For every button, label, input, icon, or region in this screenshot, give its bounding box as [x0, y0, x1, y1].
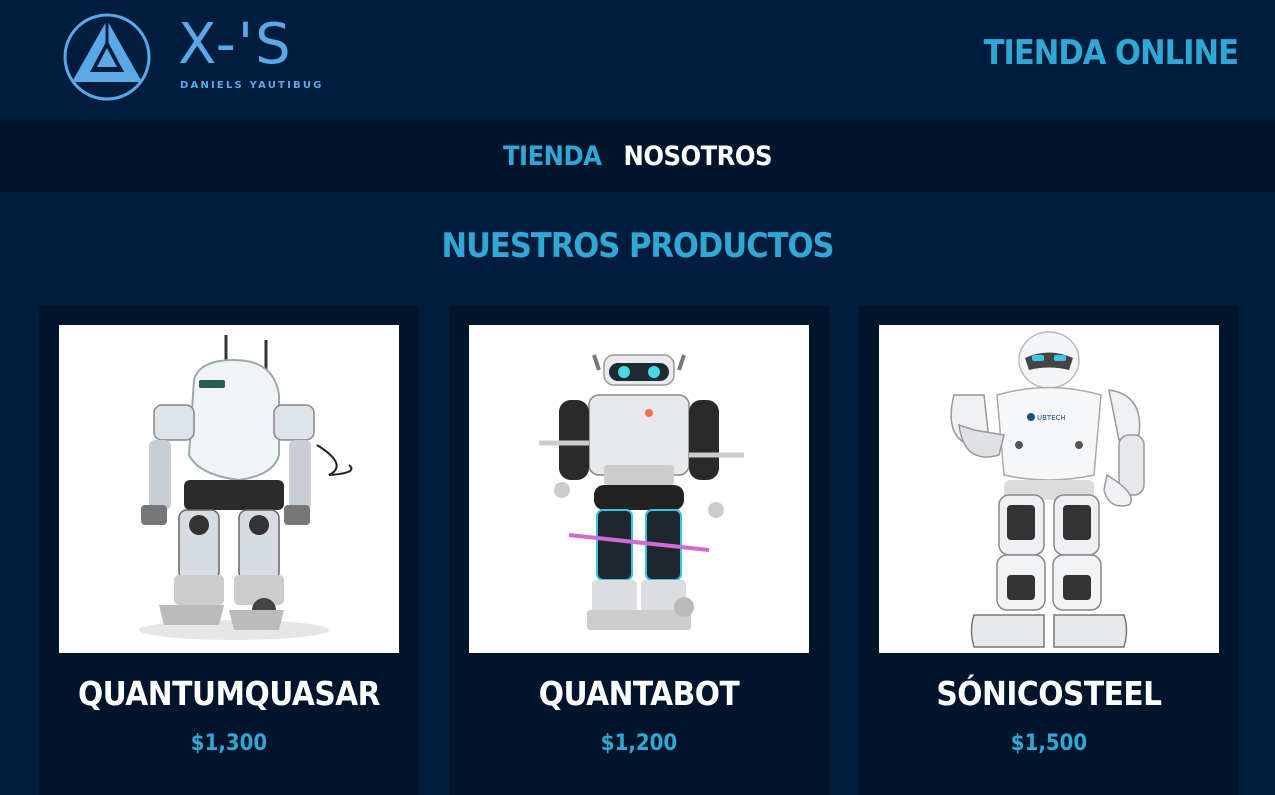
product-name[interactable]: QUANTUMQUASAR: [39, 674, 419, 713]
product-name[interactable]: SÓNICOSTEEL: [859, 674, 1239, 713]
product-image[interactable]: [469, 325, 809, 653]
product-card[interactable]: QUANTUMQUASAR $1,300: [39, 306, 419, 795]
logo-text: X-'S: [178, 12, 293, 77]
product-price: $1,300: [190, 731, 268, 756]
product-card[interactable]: UBTECH SÓNICOSTEEL $1,500: [859, 306, 1239, 795]
robot-image-icon: [139, 335, 353, 640]
product-image[interactable]: [59, 325, 399, 653]
logo-mark-icon: [63, 13, 151, 101]
logo-subtitle: DANIELS YAUTIBUG: [180, 80, 324, 91]
main-nav: TIENDA NOSOTROS: [0, 120, 1275, 192]
product-name[interactable]: QUANTABOT: [449, 674, 829, 713]
product-image[interactable]: UBTECH: [879, 325, 1219, 653]
robot-image-icon: UBTECH: [950, 331, 1145, 648]
nav-item-tienda[interactable]: TIENDA: [503, 141, 602, 172]
product-card[interactable]: QUANTABOT $1,200: [449, 306, 829, 795]
brand-logo[interactable]: X-'S DANIELS YAUTIBUG: [62, 12, 322, 102]
nav-item-nosotros[interactable]: NOSOTROS: [623, 141, 772, 172]
product-price: $1,500: [1010, 731, 1088, 756]
section-title: NUESTROS PRODUCTOS: [441, 226, 834, 266]
store-title: TIENDA ONLINE: [983, 33, 1239, 73]
site-header: X-'S DANIELS YAUTIBUG TIENDA ONLINE: [0, 0, 1275, 120]
product-price: $1,200: [600, 731, 678, 756]
robot-image-icon: [539, 354, 744, 630]
svg-text:UBTECH: UBTECH: [1037, 414, 1066, 422]
